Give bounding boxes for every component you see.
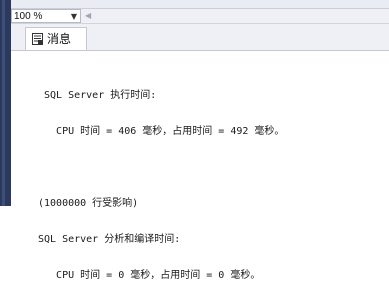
editor-left-border xyxy=(0,0,11,206)
editor-left-border-accent xyxy=(2,0,5,206)
message-line: CPU 时间 = 406 毫秒，占用时间 = 492 毫秒。 xyxy=(38,126,285,137)
message-line: (1000000 行受影响) xyxy=(38,198,139,209)
messages-icon xyxy=(32,33,43,45)
zoom-value: 100 % xyxy=(14,11,43,22)
message-line xyxy=(38,162,284,174)
message-line: CPU 时间 = 0 毫秒，占用时间 = 0 毫秒。 xyxy=(38,270,261,281)
results-tabstrip: 消息 xyxy=(11,24,389,51)
message-line: SQL Server 分析和编译时间: xyxy=(38,234,181,245)
tab-messages-label: 消息 xyxy=(47,32,72,46)
message-line: SQL Server 执行时间: xyxy=(38,90,157,101)
tab-messages[interactable]: 消息 xyxy=(25,27,87,50)
zoom-toolbar: 100 % ▼ ◀ xyxy=(11,9,389,24)
messages-output: SQL Server 执行时间: CPU 时间 = 406 毫秒，占用时间 = … xyxy=(38,66,284,294)
chevron-down-icon[interactable]: ▼ xyxy=(71,10,77,23)
chevron-left-icon[interactable]: ◀ xyxy=(85,10,91,22)
zoom-dropdown[interactable]: 100 % ▼ xyxy=(11,9,81,23)
top-divider xyxy=(11,0,389,9)
